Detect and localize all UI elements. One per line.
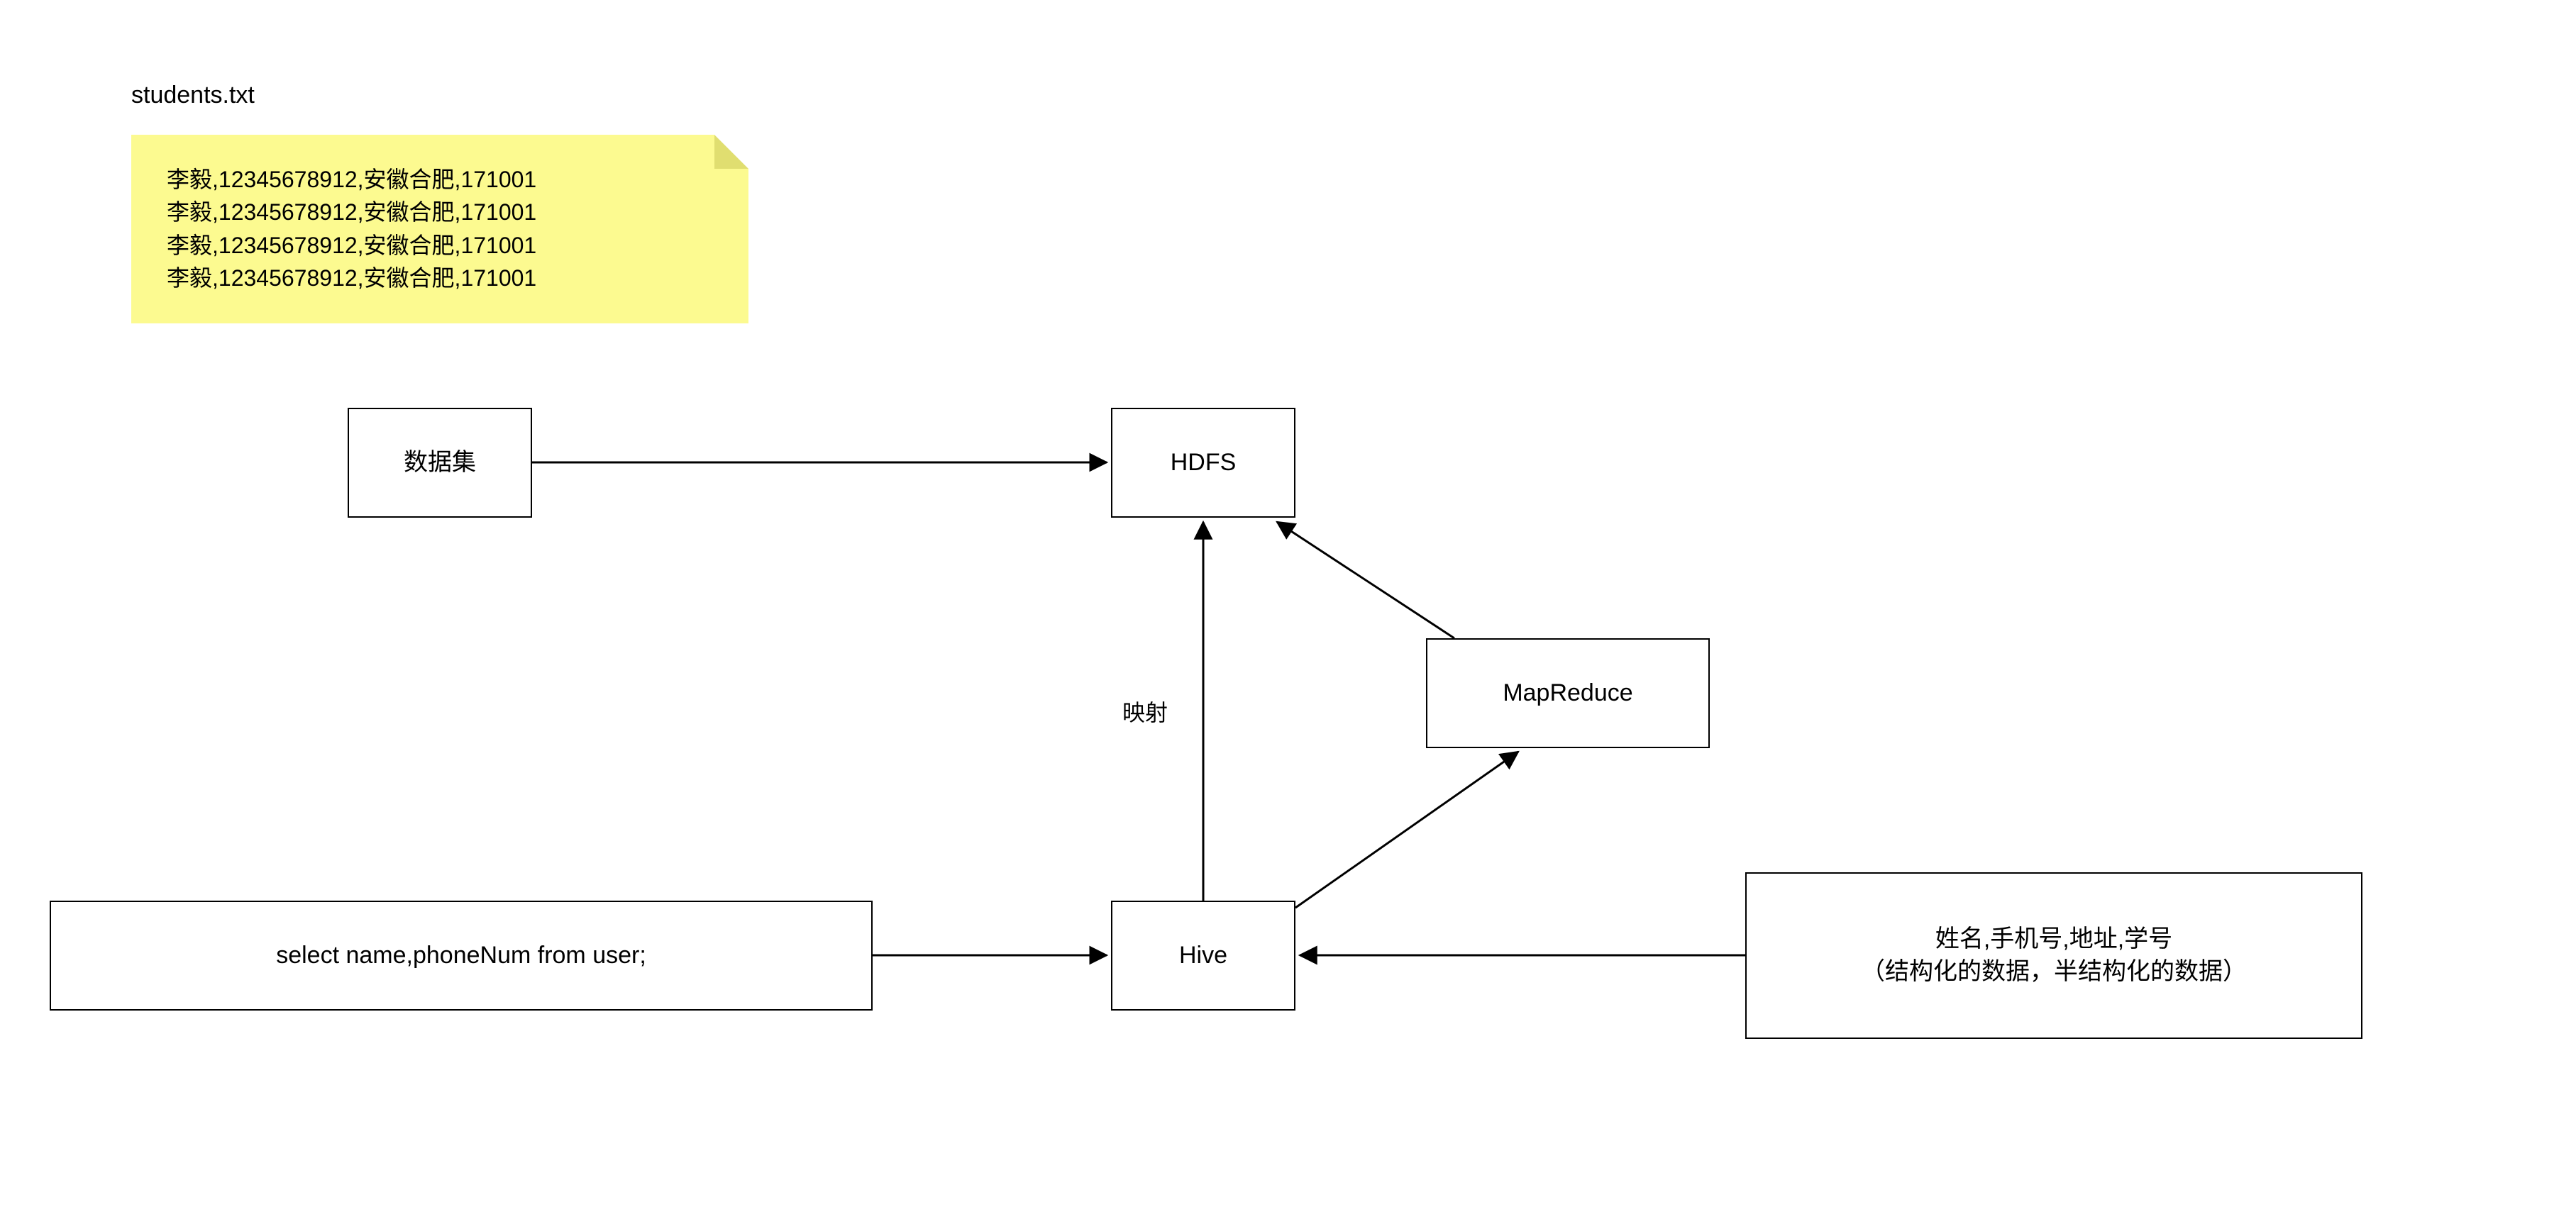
note-line: 李毅,12345678912,安徽合肥,171001 <box>167 262 713 294</box>
schema-line-2: （结构化的数据，半结构化的数据） <box>1861 956 2247 989</box>
node-dataset: 数据集 <box>348 408 532 518</box>
node-mapreduce: MapReduce <box>1426 638 1710 748</box>
edge-hive-to-mapreduce <box>1295 752 1518 908</box>
edge-label-mapping: 映射 <box>1120 695 1171 728</box>
file-title: students.txt <box>131 82 255 109</box>
note-line: 李毅,12345678912,安徽合肥,171001 <box>167 229 713 262</box>
note-fold-icon <box>714 135 748 169</box>
node-hive: Hive <box>1111 901 1295 1011</box>
edge-mapreduce-to-hdfs <box>1277 522 1454 638</box>
note-line: 李毅,12345678912,安徽合肥,171001 <box>167 196 713 228</box>
diagram-canvas: students.txt 李毅,12345678912,安徽合肥,171001 … <box>0 0 2576 1207</box>
node-hdfs: HDFS <box>1111 408 1295 518</box>
note-line: 李毅,12345678912,安徽合肥,171001 <box>167 163 713 196</box>
sticky-note: 李毅,12345678912,安徽合肥,171001 李毅,1234567891… <box>131 135 748 323</box>
schema-line-1: 姓名,手机号,地址,学号 <box>1861 923 2247 956</box>
node-query: select name,phoneNum from user; <box>50 901 873 1011</box>
node-schema: 姓名,手机号,地址,学号 （结构化的数据，半结构化的数据） <box>1745 872 2362 1039</box>
